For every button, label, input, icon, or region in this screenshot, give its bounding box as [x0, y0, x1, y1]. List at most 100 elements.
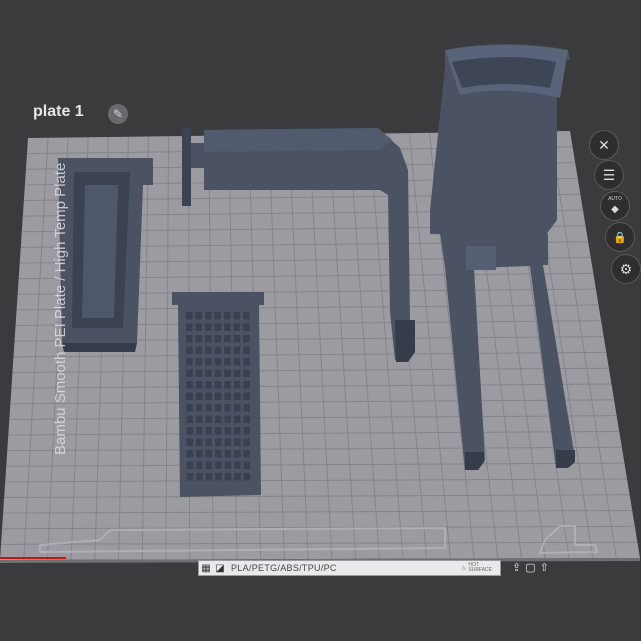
- plate-tools: ⇪ ▢ ⇧: [512, 561, 549, 574]
- grid-hole: [186, 438, 194, 446]
- grid-hole: [243, 392, 250, 400]
- grid-hole: [214, 323, 222, 331]
- warning-icon: △: [461, 564, 466, 571]
- object-list-button[interactable]: ☰: [594, 160, 624, 190]
- grid-hole: [195, 415, 203, 423]
- grid-hole: [224, 312, 231, 320]
- grid-hole: [195, 369, 203, 377]
- grid-hole: [215, 438, 222, 446]
- grid-hole: [205, 312, 212, 320]
- grid-hole: [186, 358, 193, 366]
- grid-hole: [186, 473, 194, 481]
- grid-hole: [233, 415, 241, 423]
- gear-icon: ⚙: [619, 260, 633, 277]
- grid-hole: [196, 473, 203, 481]
- grid-hole: [234, 427, 241, 435]
- grid-hole: [243, 358, 250, 366]
- filament-compat-text: PLA/PETG/ABS/TPU/PC: [231, 563, 337, 573]
- grid-hole: [195, 392, 203, 400]
- grid-hole: [234, 438, 241, 446]
- grid-hole: [224, 415, 231, 423]
- grid-hole: [186, 392, 193, 400]
- grid-hole: [214, 404, 222, 412]
- grid-hole: [195, 381, 203, 389]
- grid-hole: [205, 323, 212, 331]
- grid-hole: [214, 369, 222, 377]
- auto-orient-icon: ◆: [611, 203, 619, 215]
- part-grid-tray[interactable]: [172, 292, 264, 497]
- grid-hole: [224, 404, 231, 412]
- print-icon[interactable]: ⇧: [540, 561, 549, 574]
- qr-icon: ▦: [201, 562, 211, 574]
- grid-hole: [205, 369, 212, 377]
- grid-hole: [243, 381, 250, 389]
- grid-hole: [186, 427, 193, 435]
- grid-hole: [224, 346, 231, 354]
- grid-hole: [195, 323, 203, 331]
- grid-hole: [243, 404, 250, 412]
- grid-hole: [214, 392, 222, 400]
- close-icon: ✕: [598, 136, 610, 153]
- grid-hole: [234, 473, 241, 481]
- frame-icon[interactable]: ▢: [525, 561, 535, 574]
- grid-hole: [233, 358, 241, 366]
- grid-hole: [195, 312, 202, 320]
- grid-hole: [195, 404, 203, 412]
- auto-orient-button[interactable]: AUTO ◆: [600, 191, 630, 221]
- grid-hole: [196, 427, 203, 435]
- grid-hole: [186, 312, 193, 320]
- grid-hole: [233, 323, 241, 331]
- grid-hole: [243, 450, 251, 458]
- grid-hole: [195, 346, 203, 354]
- grid-hole: [233, 392, 241, 400]
- edit-plate-icon[interactable]: ✎: [108, 104, 128, 124]
- grid-hole: [205, 358, 212, 366]
- grid-hole: [186, 335, 193, 343]
- grid-hole: [224, 335, 231, 343]
- grid-hole: [224, 358, 231, 366]
- grid-hole: [215, 473, 222, 481]
- nozzle-icon: ◪: [215, 562, 225, 574]
- grid-hole: [224, 323, 231, 331]
- grid-hole: [205, 427, 212, 435]
- grid-hole: [205, 346, 212, 354]
- grid-hole: [233, 335, 241, 343]
- close-button[interactable]: ✕: [589, 130, 619, 160]
- grid-hole: [186, 369, 193, 377]
- grid-hole: [214, 381, 222, 389]
- grid-hole: [224, 369, 231, 377]
- settings-button[interactable]: ⚙: [611, 254, 641, 284]
- grid-hole: [224, 381, 231, 389]
- grid-hole: [233, 369, 241, 377]
- grid-hole: [205, 461, 213, 469]
- grid-hole: [243, 346, 250, 354]
- hot-surface-text: HOT SURFACE: [468, 562, 492, 573]
- grid-hole: [186, 450, 194, 458]
- grid-hole: [243, 323, 250, 331]
- grid-hole: [243, 415, 250, 423]
- auto-label: AUTO: [608, 196, 622, 202]
- grid-hole: [186, 404, 193, 412]
- lock-button[interactable]: 🔒: [605, 222, 635, 252]
- grid-hole: [224, 438, 232, 446]
- grid-hole: [196, 461, 203, 469]
- grid-hole: [243, 427, 250, 435]
- grid-hole: [214, 358, 222, 366]
- grid-hole: [196, 450, 203, 458]
- grid-hole: [186, 381, 193, 389]
- grid-hole: [224, 427, 231, 435]
- grid-hole: [214, 312, 221, 320]
- grid-hole: [186, 346, 193, 354]
- grid-hole: [205, 415, 212, 423]
- upload-icon[interactable]: ⇪: [512, 561, 521, 574]
- grid-hole: [205, 404, 212, 412]
- list-icon: ☰: [602, 166, 616, 183]
- plate-info-bar: ▦ ◪ PLA/PETG/ABS/TPU/PC △ HOT SURFACE: [198, 560, 501, 576]
- 3d-viewport[interactable]: [0, 0, 641, 641]
- grid-hole: [233, 346, 241, 354]
- grid-hole: [234, 450, 241, 458]
- grid-hole: [243, 461, 251, 469]
- grid-hole: [205, 438, 213, 446]
- grid-hole: [224, 473, 232, 481]
- grid-hole: [214, 335, 222, 343]
